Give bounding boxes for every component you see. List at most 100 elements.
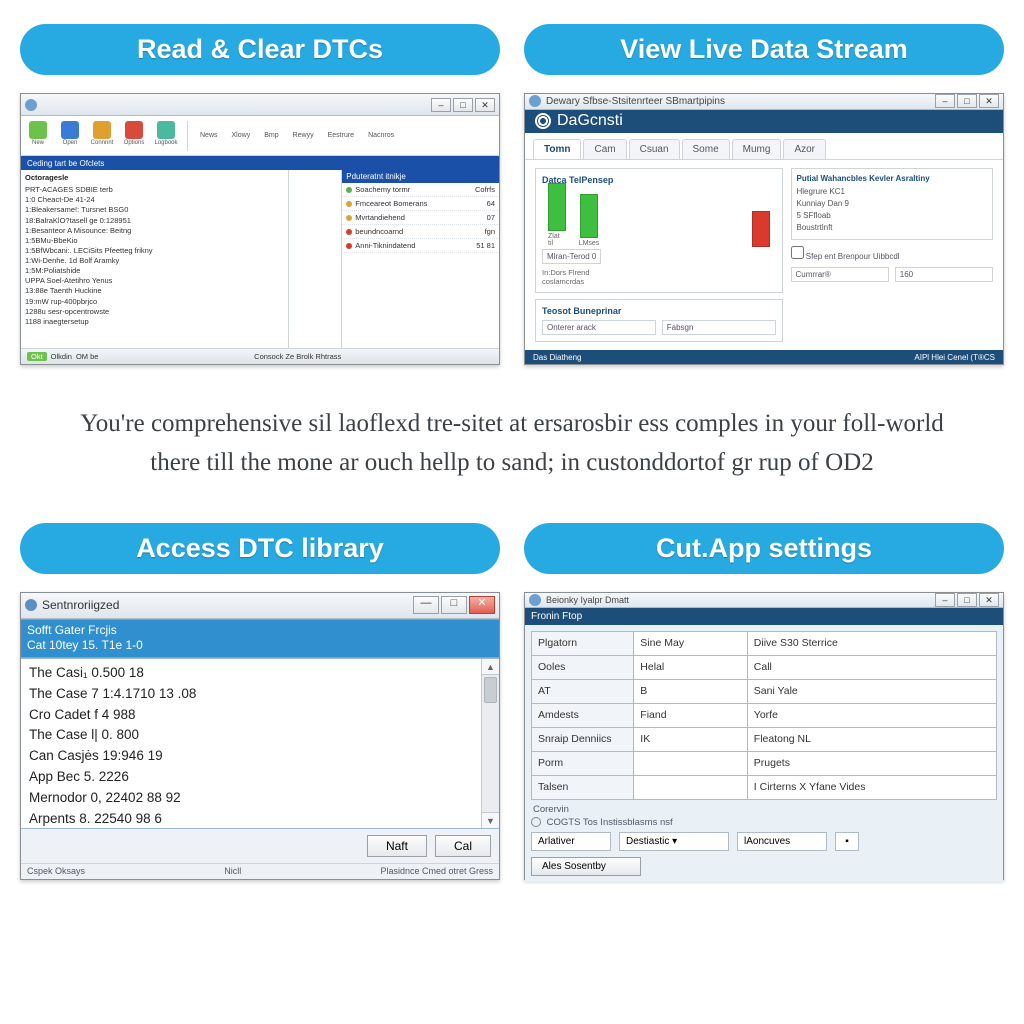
list-item: The Case l| 0. 800	[29, 725, 473, 746]
footer-right: AIPl Hlei Cenel (T®CS	[914, 353, 995, 362]
dtc-library-title: Sentnroriigzed	[42, 598, 119, 612]
field[interactable]: Onterer arack	[542, 320, 656, 335]
bar-gauge-alert	[752, 211, 770, 247]
gauge-bars: Zlat til LMses	[548, 191, 770, 247]
setting-value[interactable]: Fleatong NL	[747, 727, 996, 751]
property-row: Anni-Tiknindatend51 81	[342, 239, 499, 253]
close-button[interactable]: ✕	[979, 593, 999, 607]
ribbon-item[interactable]: Connnnt	[89, 121, 115, 151]
app-icon	[529, 594, 541, 606]
settings-table: PlgatornSine MayDiive S30 Sterrice Ooles…	[531, 631, 997, 800]
setting-value[interactable]	[634, 775, 747, 799]
ribbon-item[interactable]: New	[25, 121, 51, 151]
dtc-reader-titlebar: – □ ✕	[21, 94, 499, 116]
minimize-button[interactable]: –	[935, 593, 955, 607]
settings-titlebar: Beionky Iyalpr Dmatt – □ ✕	[525, 593, 1003, 608]
box-line: Hlegrure KC1	[797, 186, 988, 198]
setting-value[interactable]: Prugets	[747, 751, 996, 775]
ribbon-mini[interactable]: Xlowy	[228, 130, 255, 141]
minimize-button[interactable]: –	[431, 98, 451, 112]
dtc-library-buttons: Naft Cal	[21, 829, 499, 863]
table-row: PormPrugets	[532, 751, 997, 775]
box-line: Kunniay Dan 9	[797, 198, 988, 210]
tab[interactable]: Tomn	[533, 139, 581, 159]
tab[interactable]: Azor	[783, 139, 826, 159]
caption: In:Dors Flrend	[542, 268, 590, 277]
close-button[interactable]: ✕	[979, 94, 999, 108]
tab[interactable]: Mumg	[732, 139, 782, 159]
group-title: Teosot Buneprinar	[542, 306, 776, 316]
ribbon-mini[interactable]: Rewyy	[289, 130, 318, 141]
ribbon-mini[interactable]: Bmp	[260, 130, 282, 141]
button[interactable]: Cumrrar®	[791, 267, 889, 282]
brand-name: DaGcnsti	[557, 112, 623, 130]
setting-value[interactable]: I Cirterns X Yfane Vides	[747, 775, 996, 799]
ribbon-item[interactable]: Logbook	[153, 121, 179, 151]
ribbon-mini[interactable]: News	[196, 130, 222, 141]
marketing-copy: You're comprehensive sil laoflexd tre-si…	[72, 405, 952, 483]
close-button[interactable]: ✕	[475, 98, 495, 112]
maximize-button[interactable]: □	[957, 94, 977, 108]
setting-value[interactable]	[634, 751, 747, 775]
tab[interactable]: Some	[682, 139, 730, 159]
dropdown[interactable]: Destiastic ▾	[619, 832, 729, 851]
scroll-up-icon[interactable]: ▲	[482, 659, 499, 675]
status-text: Cspek Oksays	[27, 866, 85, 876]
property-row: Fmceareot Bomerans64	[342, 197, 499, 211]
table-row: ATBSani Yale	[532, 679, 997, 703]
live-data-window: Dewary Sfbse-Stsitenrteer SBmartpipins –…	[524, 93, 1004, 365]
ribbon-mini[interactable]: Eestrure	[324, 130, 358, 141]
ribbon-item[interactable]: Open	[57, 121, 83, 151]
scroll-thumb[interactable]	[484, 677, 497, 703]
status-text: Nicll	[224, 866, 241, 876]
tab[interactable]: Cam	[583, 139, 626, 159]
ribbon-mini[interactable]: Nacnros	[364, 130, 398, 141]
settings-window: Beionky Iyalpr Dmatt – □ ✕ Fronin Ftop P…	[524, 592, 1004, 880]
button[interactable]: 160	[895, 267, 993, 282]
setting-value[interactable]: IK	[634, 727, 747, 751]
setting-value[interactable]: Sine May	[634, 631, 747, 655]
close-button[interactable]: ✕	[469, 596, 495, 614]
cancel-button[interactable]: Cal	[435, 835, 491, 857]
setting-label: Snraip Denniics	[532, 727, 634, 751]
table-row: AmdestsFiandYorfe	[532, 703, 997, 727]
list-item: Can Casjės 19:946 19	[29, 746, 473, 767]
maximize-button[interactable]: □	[453, 98, 473, 112]
dtc-line: 1:5BMu-BbeKio	[25, 236, 284, 246]
settings-panel-header: Fronin Ftop	[525, 608, 1003, 625]
setting-value[interactable]: Fiand	[634, 703, 747, 727]
table-row: OolesHelalCall	[532, 655, 997, 679]
field[interactable]: Fabsgn	[662, 320, 776, 335]
dtc-code-list[interactable]: Octoragesle PRT-ACAGES SDBIE terb 1:0 Ch…	[21, 170, 289, 348]
setting-value[interactable]: B	[634, 679, 747, 703]
tab[interactable]: Csuan	[629, 139, 680, 159]
dtc-line: 1288u sesr-opcentrowste	[25, 307, 284, 317]
gauge-group: Datca TelPensep Zlat til LMses Mlran-Ter…	[535, 168, 783, 293]
setting-value[interactable]: Yorfe	[747, 703, 996, 727]
dtc-library-list[interactable]: The Casi₁ 0.500 18 The Case 7 1:4.1710 1…	[21, 659, 481, 828]
apply-button[interactable]: Ales Sosentby	[531, 857, 641, 876]
scroll-down-icon[interactable]: ▼	[482, 812, 499, 828]
status-chip: Okt	[27, 352, 47, 361]
option-checkbox[interactable]	[791, 246, 804, 259]
app-icon	[25, 99, 37, 111]
minimize-button[interactable]: —	[413, 596, 439, 614]
stepper-button[interactable]: ▪	[835, 832, 859, 851]
setting-value[interactable]: Call	[747, 655, 996, 679]
setting-value[interactable]: Helal	[634, 655, 747, 679]
maximize-button[interactable]: □	[441, 596, 467, 614]
setting-value[interactable]: Diive S30 Sterrice	[747, 631, 996, 655]
next-button[interactable]: Naft	[367, 835, 427, 857]
dtc-library-window: Sentnroriigzed — □ ✕ Sofft Gater Frcjis …	[20, 592, 500, 880]
radio-button[interactable]	[531, 817, 541, 827]
setting-value[interactable]: Sani Yale	[747, 679, 996, 703]
scrollbar[interactable]: ▲ ▼	[481, 659, 499, 828]
dtc-list-header: Octoragesle	[25, 173, 284, 183]
minimize-button[interactable]: –	[935, 94, 955, 108]
dtc-library-header: Sofft Gater Frcjis Cat 10tey 15. T1e 1-0	[21, 619, 499, 658]
ribbon-item[interactable]: Options	[121, 121, 147, 151]
dtc-reader-statusbar: Okt Olkdin OM be Consock Ze Brolk Rhtras…	[21, 348, 499, 364]
text-field[interactable]: lAoncuves	[737, 832, 827, 851]
dtc-library-statusbar: Cspek Oksays Nicll Plasidnce Cmed otret …	[21, 863, 499, 879]
maximize-button[interactable]: □	[957, 593, 977, 607]
